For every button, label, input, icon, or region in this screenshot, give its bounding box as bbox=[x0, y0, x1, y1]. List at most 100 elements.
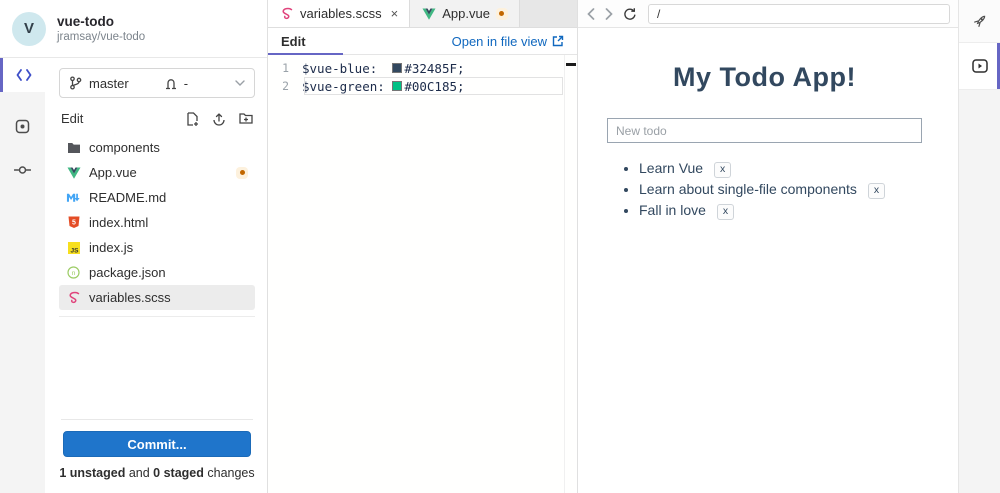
modified-indicator bbox=[236, 167, 248, 179]
upload-file-button[interactable] bbox=[212, 112, 226, 126]
todo-text: Learn Vue bbox=[639, 160, 703, 176]
remove-todo-button[interactable]: x bbox=[717, 204, 734, 220]
file-tree: components App.vue README.md 5 index.htm… bbox=[59, 135, 255, 317]
editor-mode-row: Edit Open in file view bbox=[268, 28, 577, 55]
code-editor[interactable]: 1 $vue-blue: #32485F; 2 $vue-green: #00C… bbox=[268, 55, 577, 493]
svg-text:n: n bbox=[72, 270, 76, 277]
rail-item-commit[interactable] bbox=[0, 148, 45, 192]
html-icon: 5 bbox=[66, 216, 81, 229]
forward-button[interactable] bbox=[602, 6, 616, 22]
svg-text:JS: JS bbox=[70, 247, 79, 254]
activity-rail bbox=[0, 58, 45, 493]
staged-count: 0 staged bbox=[153, 466, 204, 480]
editor-tab[interactable]: variables.scss × bbox=[268, 0, 410, 27]
editor-overview-ruler[interactable] bbox=[564, 55, 577, 493]
file-tree-item[interactable]: variables.scss bbox=[59, 285, 255, 310]
preview-url-input[interactable] bbox=[648, 4, 950, 24]
new-folder-icon bbox=[239, 112, 253, 125]
divider bbox=[61, 419, 253, 420]
close-tab-icon[interactable]: × bbox=[391, 7, 399, 20]
left-panel: V vue-todo jramsay/vue-todo bbox=[0, 0, 268, 493]
file-tree-item[interactable]: README.md bbox=[59, 185, 255, 210]
js-icon: JS bbox=[66, 242, 81, 254]
rail-item-review[interactable] bbox=[0, 104, 45, 148]
external-link-icon bbox=[552, 35, 564, 47]
project-path: jramsay/vue-todo bbox=[57, 30, 145, 44]
tab-edit-mode[interactable]: Edit bbox=[281, 34, 306, 49]
markdown-icon bbox=[66, 192, 81, 203]
file-tree-item[interactable]: 5 index.html bbox=[59, 210, 255, 235]
unstaged-count: 1 unstaged bbox=[59, 466, 125, 480]
branch-dropdown[interactable]: master - bbox=[59, 68, 255, 98]
todo-text: Learn about single-file components bbox=[639, 181, 857, 197]
changes-status: 1 unstaged and 0 staged changes bbox=[59, 466, 255, 483]
todo-app-heading: My Todo App! bbox=[607, 62, 922, 93]
folder-icon bbox=[66, 142, 81, 154]
branch-name: master bbox=[89, 76, 129, 91]
file-tree-item[interactable]: components bbox=[59, 135, 255, 160]
new-file-icon bbox=[186, 112, 199, 126]
rocket-icon bbox=[972, 13, 988, 29]
editor-panel: variables.scss × App.vue Edit Open in fi… bbox=[268, 0, 578, 493]
rail-item-live-preview[interactable] bbox=[959, 43, 1000, 90]
vue-icon bbox=[66, 167, 81, 179]
ruler-decoration bbox=[566, 63, 576, 66]
code-line[interactable]: 2 $vue-green: #00C185; bbox=[268, 77, 577, 95]
branch-icon bbox=[69, 76, 82, 90]
line-number: 2 bbox=[268, 79, 302, 93]
commit-button[interactable]: Commit... bbox=[63, 431, 251, 457]
svg-text:5: 5 bbox=[72, 220, 76, 227]
remove-todo-button[interactable]: x bbox=[714, 162, 731, 178]
file-tree-item[interactable]: JS index.js bbox=[59, 235, 255, 260]
file-tree-item[interactable]: n package.json bbox=[59, 260, 255, 285]
new-folder-button[interactable] bbox=[239, 112, 253, 126]
preview-rail bbox=[958, 0, 1000, 493]
merge-request-icon bbox=[164, 77, 178, 90]
editor-tabbar: variables.scss × App.vue bbox=[268, 0, 577, 28]
editor-tab[interactable]: App.vue bbox=[410, 0, 520, 27]
new-file-button[interactable] bbox=[186, 112, 199, 126]
rail-item-edit[interactable] bbox=[0, 58, 45, 92]
upload-file-icon bbox=[212, 112, 226, 126]
project-avatar: V bbox=[12, 12, 46, 46]
code-icon bbox=[16, 69, 32, 81]
merge-request-value: - bbox=[184, 76, 188, 91]
commit-icon bbox=[14, 164, 31, 176]
sidebar: master - Edit bbox=[45, 58, 267, 493]
color-swatch bbox=[392, 81, 402, 91]
refresh-button[interactable] bbox=[620, 5, 640, 23]
todo-item: Fall in love x bbox=[639, 202, 922, 220]
project-name: vue-todo bbox=[57, 14, 145, 30]
new-todo-input[interactable] bbox=[607, 118, 922, 143]
rail-item-pipelines[interactable] bbox=[959, 0, 1000, 43]
open-in-file-view-link[interactable]: Open in file view bbox=[452, 34, 564, 49]
web-ide: V vue-todo jramsay/vue-todo bbox=[0, 0, 1000, 493]
todo-list: Learn Vue x Learn about single-file comp… bbox=[607, 160, 922, 220]
todo-text: Fall in love bbox=[639, 202, 706, 218]
back-button[interactable] bbox=[584, 6, 598, 22]
commit-area: Commit... 1 unstaged and 0 staged change… bbox=[59, 419, 255, 483]
forward-icon bbox=[605, 8, 613, 20]
line-number: 1 bbox=[268, 61, 302, 75]
refresh-icon bbox=[623, 7, 637, 21]
file-tree-item[interactable]: App.vue bbox=[59, 160, 255, 185]
npm-icon: n bbox=[66, 266, 81, 279]
todo-app: My Todo App! Learn Vue x Learn about sin… bbox=[578, 28, 958, 493]
tree-section-label: Edit bbox=[61, 111, 83, 126]
live-preview-icon bbox=[972, 59, 988, 73]
preview-toolbar bbox=[578, 0, 958, 28]
chevron-down-icon bbox=[235, 80, 245, 86]
tree-header: Edit bbox=[59, 111, 255, 126]
todo-item: Learn about single-file components x bbox=[639, 181, 922, 199]
rail-spacer bbox=[959, 90, 1000, 493]
color-swatch bbox=[392, 63, 402, 73]
code-line[interactable]: 1 $vue-blue: #32485F; bbox=[268, 59, 577, 77]
sass-icon bbox=[279, 7, 294, 20]
todo-item: Learn Vue x bbox=[639, 160, 922, 178]
review-changes-icon bbox=[15, 119, 30, 134]
live-preview-panel: My Todo App! Learn Vue x Learn about sin… bbox=[578, 0, 958, 493]
vue-icon bbox=[421, 8, 436, 20]
back-icon bbox=[587, 8, 595, 20]
remove-todo-button[interactable]: x bbox=[868, 183, 885, 199]
project-header: V vue-todo jramsay/vue-todo bbox=[0, 0, 267, 58]
